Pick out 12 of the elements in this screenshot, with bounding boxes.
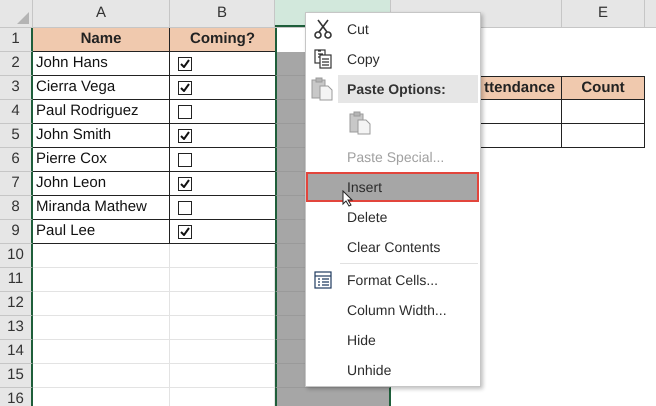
table-cell: Pierre Cox (33, 148, 170, 172)
table-cell: Paul Lee (33, 220, 170, 244)
menu-section-header: Paste Options: (338, 75, 478, 103)
table-cell: John Leon (33, 172, 170, 196)
table-cell: Cierra Vega (33, 76, 170, 100)
header-cell: Coming? (170, 28, 275, 52)
table-cell: John Hans (33, 52, 170, 76)
table-cell: Miranda Mathew (33, 196, 170, 220)
header-cell: Count (562, 76, 645, 100)
table-cell: John Smith (33, 124, 170, 148)
table-cell: Paul Rodriguez (33, 100, 170, 124)
header-cell: Name (33, 28, 170, 52)
